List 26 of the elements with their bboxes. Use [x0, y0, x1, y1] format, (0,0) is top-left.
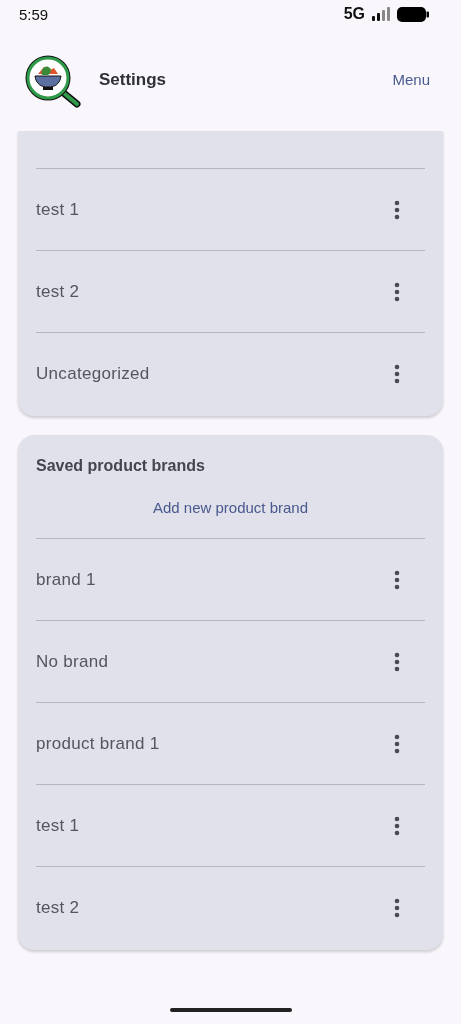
brand-name: brand 1	[36, 569, 96, 590]
salad-magnifier-icon	[24, 53, 82, 108]
more-options-icon[interactable]	[394, 651, 400, 672]
category-name: Uncategorized	[36, 363, 150, 384]
more-options-icon[interactable]	[394, 281, 400, 302]
add-brand-button[interactable]: Add new product brand	[152, 499, 309, 516]
more-options-icon[interactable]	[394, 733, 400, 754]
battery-icon	[397, 6, 429, 22]
brand-name: No brand	[36, 651, 109, 672]
home-indicator[interactable]	[169, 1007, 292, 1012]
card-title: Saved product brands	[36, 456, 206, 475]
brand-name: test 2	[36, 897, 80, 918]
brand-name: product brand 1	[36, 733, 160, 754]
more-options-icon[interactable]	[394, 569, 400, 590]
status-time: 5:59	[19, 5, 49, 23]
more-options-icon[interactable]	[394, 897, 400, 918]
signal-icon	[371, 7, 391, 21]
screen-title: Settings	[99, 69, 168, 90]
category-name: test 2	[36, 281, 80, 302]
more-options-icon[interactable]	[394, 199, 400, 220]
more-options-icon[interactable]	[394, 363, 400, 384]
category-name: test 1	[36, 199, 80, 220]
network-type: 5G	[343, 5, 365, 23]
more-options-icon[interactable]	[394, 815, 400, 836]
menu-button[interactable]: Menu	[392, 71, 430, 88]
brand-name: test 1	[36, 815, 80, 836]
